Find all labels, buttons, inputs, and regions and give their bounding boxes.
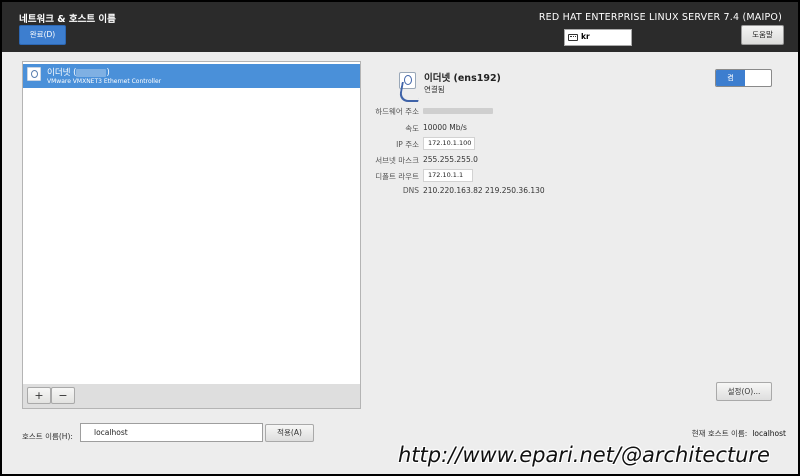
apply-button[interactable]: 적용(A) (265, 424, 314, 442)
speed-label: 속도 (405, 124, 419, 133)
default-route-value: 172.10.1.1 (423, 169, 473, 182)
product-name: RED HAT ENTERPRISE LINUX SERVER 7.4 (MAI… (538, 12, 782, 23)
device-name-suffix: ) (106, 68, 110, 78)
page-title: 네트워크 & 호스트 이름 (19, 14, 116, 25)
current-hostname-label: 현재 호스트 이름: (691, 429, 748, 438)
device-status: 연결됨 (424, 85, 445, 94)
subnet-mask-label: 서브넷 마스크 (375, 156, 419, 165)
main-content: 이더넷 () VMware VMXNET3 Ethernet Controlle… (2, 52, 798, 474)
done-button[interactable]: 완료(D) (19, 25, 66, 45)
hostname-input[interactable]: localhost (80, 423, 263, 442)
hostname-label: 호스트 이름(H): (22, 432, 73, 441)
default-route-label: 디폴트 라우트 (375, 172, 419, 181)
remove-device-button[interactable]: − (51, 387, 75, 404)
device-list-item[interactable]: 이더넷 () VMware VMXNET3 Ethernet Controlle… (23, 64, 360, 88)
keyboard-icon (568, 34, 578, 41)
device-description: VMware VMXNET3 Ethernet Controller (47, 78, 162, 85)
device-detail-name: 이더넷 (ens192) (424, 73, 501, 84)
redacted-hw-address (423, 108, 493, 114)
help-button[interactable]: 도움말 (741, 25, 784, 45)
device-list-toolbar: + − (22, 384, 361, 409)
watermark-text: http://www.epari.net/@architecture (398, 443, 770, 467)
toggle-on-label: 켬 (716, 70, 745, 86)
subnet-mask-value: 255.255.255.0 (423, 155, 478, 164)
ip-address-label: IP 주소 (396, 140, 419, 149)
dns-label: DNS (402, 186, 419, 195)
device-list: 이더넷 () VMware VMXNET3 Ethernet Controlle… (22, 61, 361, 408)
ip-address-value: 172.10.1.100 (423, 137, 475, 150)
add-device-button[interactable]: + (27, 387, 51, 404)
speed-value: 10000 Mb/s (423, 123, 467, 132)
network-device-icon (27, 67, 41, 81)
dns-value: 210.220.163.82 219.250.36.130 (423, 186, 545, 195)
cable-icon (398, 82, 422, 102)
header-bar: 네트워크 & 호스트 이름 완료(D) RED HAT ENTERPRISE L… (2, 2, 798, 52)
keyboard-layout-value: kr (581, 32, 590, 41)
redacted-interface-name (76, 68, 107, 77)
settings-button[interactable]: 설정(O)... (716, 382, 772, 401)
device-name: 이더넷 () (47, 66, 110, 78)
device-toggle-switch[interactable]: 켬 (715, 69, 772, 87)
hw-address-label: 하드웨어 주소 (375, 107, 419, 116)
current-hostname: 현재 호스트 이름: localhost (692, 428, 786, 439)
keyboard-layout-indicator[interactable]: kr (564, 29, 632, 46)
current-hostname-value: localhost (752, 429, 786, 438)
device-name-prefix: 이더넷 ( (47, 68, 77, 78)
